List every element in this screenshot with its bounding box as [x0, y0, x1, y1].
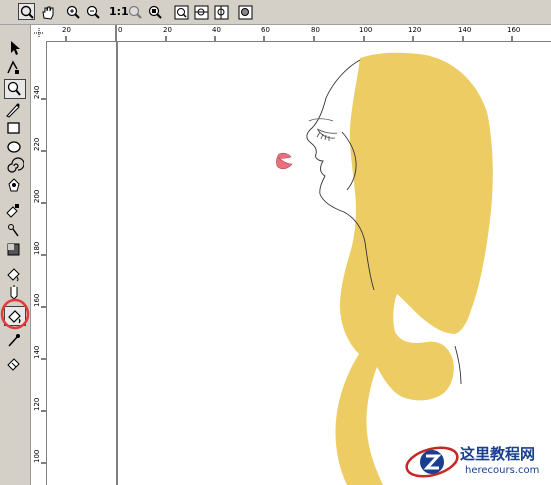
ruler-label: 160 [507, 26, 521, 34]
zoom-tool-button[interactable] [18, 3, 35, 20]
zoom-toolbar: 1:1 [0, 0, 551, 25]
drawing-canvas[interactable] [47, 42, 551, 485]
smart-fill-tool[interactable] [4, 331, 24, 349]
eye-lashes [316, 128, 338, 141]
ruler-label: 20 [62, 26, 71, 34]
eyedropper-tool[interactable] [4, 240, 24, 258]
text-tool[interactable] [4, 201, 24, 219]
ruler-label: 140 [458, 26, 472, 34]
horizontal-ruler: 20 0 20 40 60 80 100 120 140 160 [46, 25, 551, 42]
rectangle-tool[interactable] [4, 119, 24, 137]
ruler-corner[interactable] [31, 25, 47, 42]
pan-hand-button[interactable] [38, 3, 55, 20]
ruler-label: 0 [118, 26, 123, 34]
shape-tool[interactable] [4, 59, 24, 77]
eyebrow [308, 118, 334, 122]
vertical-ruler: 240 220 200 180 160 140 120 100 [31, 41, 47, 485]
ruler-label: 40 [212, 26, 221, 34]
ruler-label: 120 [408, 26, 422, 34]
zoom-to-page-height-button[interactable] [212, 3, 229, 20]
hair-shape [335, 52, 493, 485]
zoom-tool[interactable] [4, 79, 26, 99]
zoom-to-selected-button[interactable] [126, 3, 143, 20]
highlight-circle-annotation [0, 298, 30, 330]
spiral-tool[interactable] [4, 157, 24, 175]
watermark-url: herecours.com [465, 465, 540, 476]
zoom-in-button[interactable] [64, 3, 81, 20]
zoom-to-page-button[interactable] [172, 3, 189, 20]
zoom-out-button[interactable] [84, 3, 101, 20]
ruler-label: 200 [33, 189, 41, 203]
outline-tool[interactable] [4, 265, 24, 283]
eyedropper-fill-tool[interactable] [4, 355, 24, 373]
ruler-label: 120 [33, 397, 41, 411]
ruler-label: 240 [33, 85, 41, 99]
ellipse-tool[interactable] [4, 138, 24, 156]
ruler-label: 60 [261, 26, 270, 34]
toolbox [0, 25, 31, 485]
ruler-label: 140 [33, 345, 41, 359]
interactive-blend-tool[interactable] [4, 221, 24, 239]
pick-tool[interactable] [4, 39, 24, 57]
ruler-label: 160 [33, 293, 41, 307]
ruler-label: 80 [311, 26, 320, 34]
zoom-to-all-objects-button[interactable] [146, 3, 163, 20]
ruler-label: 100 [359, 26, 373, 34]
lips [276, 152, 293, 170]
ruler-label: 100 [33, 449, 41, 463]
freehand-tool[interactable] [4, 101, 24, 119]
ruler-label: 220 [33, 137, 41, 151]
ruler-label: 20 [163, 26, 172, 34]
zoom-to-page-width-button[interactable] [192, 3, 209, 20]
watermark-site-name: 这里教程网 [460, 445, 536, 463]
chest-outline [454, 345, 462, 385]
zoom-to-fit-button[interactable] [236, 3, 253, 20]
ruler-label: 180 [33, 241, 41, 255]
highlight-smudge [489, 226, 545, 294]
basic-shapes-tool[interactable] [4, 176, 24, 194]
